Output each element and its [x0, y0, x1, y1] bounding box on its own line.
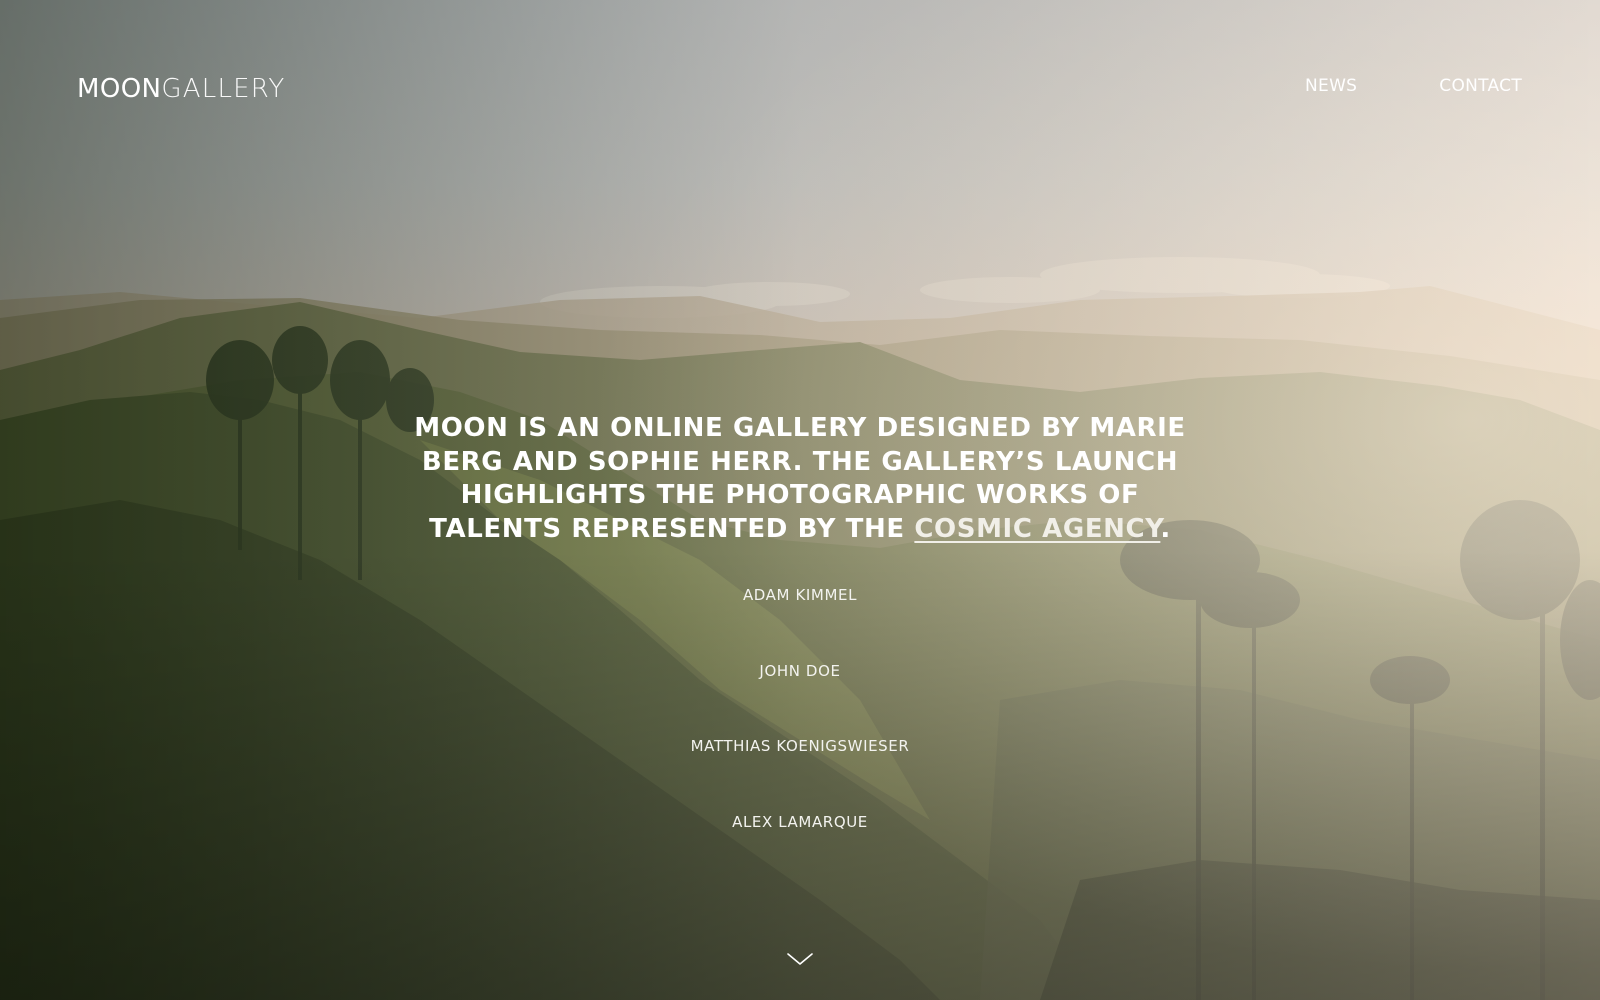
artist-list: ADAM KIMMEL JOHN DOE MATTHIAS KOENIGSWIE… — [0, 586, 1600, 897]
nav-link-news[interactable]: NEWS — [1305, 76, 1357, 96]
artist-link-adam-kimmel[interactable]: ADAM KIMMEL — [743, 586, 857, 604]
logo-moon-text: MOON — [77, 74, 162, 104]
list-item: ALEX LAMARQUE — [0, 813, 1600, 897]
list-item: JOHN DOE — [0, 662, 1600, 746]
list-item: ADAM KIMMEL — [0, 586, 1600, 670]
cosmic-agency-link[interactable]: COSMIC AGENCY — [914, 514, 1160, 544]
intro-headline: MOON IS AN ONLINE GALLERY DESIGNED BY MA… — [400, 412, 1200, 546]
site-logo[interactable]: MOONGALLERY — [77, 74, 285, 104]
intro-suffix: . — [1160, 513, 1171, 544]
list-item: MATTHIAS KOENIGSWIESER — [0, 737, 1600, 821]
hero-section: MOONGALLERY NEWS CONTACT MOON IS AN ONLI… — [0, 0, 1600, 1000]
main-nav: NEWS CONTACT — [1305, 76, 1522, 96]
artist-link-matthias-koenigswieser[interactable]: MATTHIAS KOENIGSWIESER — [691, 737, 910, 755]
logo-gallery-text: GALLERY — [161, 74, 286, 104]
nav-link-contact[interactable]: CONTACT — [1439, 76, 1522, 96]
artist-link-john-doe[interactable]: JOHN DOE — [759, 662, 840, 680]
chevron-down-icon[interactable] — [787, 952, 813, 968]
artist-link-alex-lamarque[interactable]: ALEX LAMARQUE — [732, 813, 868, 831]
